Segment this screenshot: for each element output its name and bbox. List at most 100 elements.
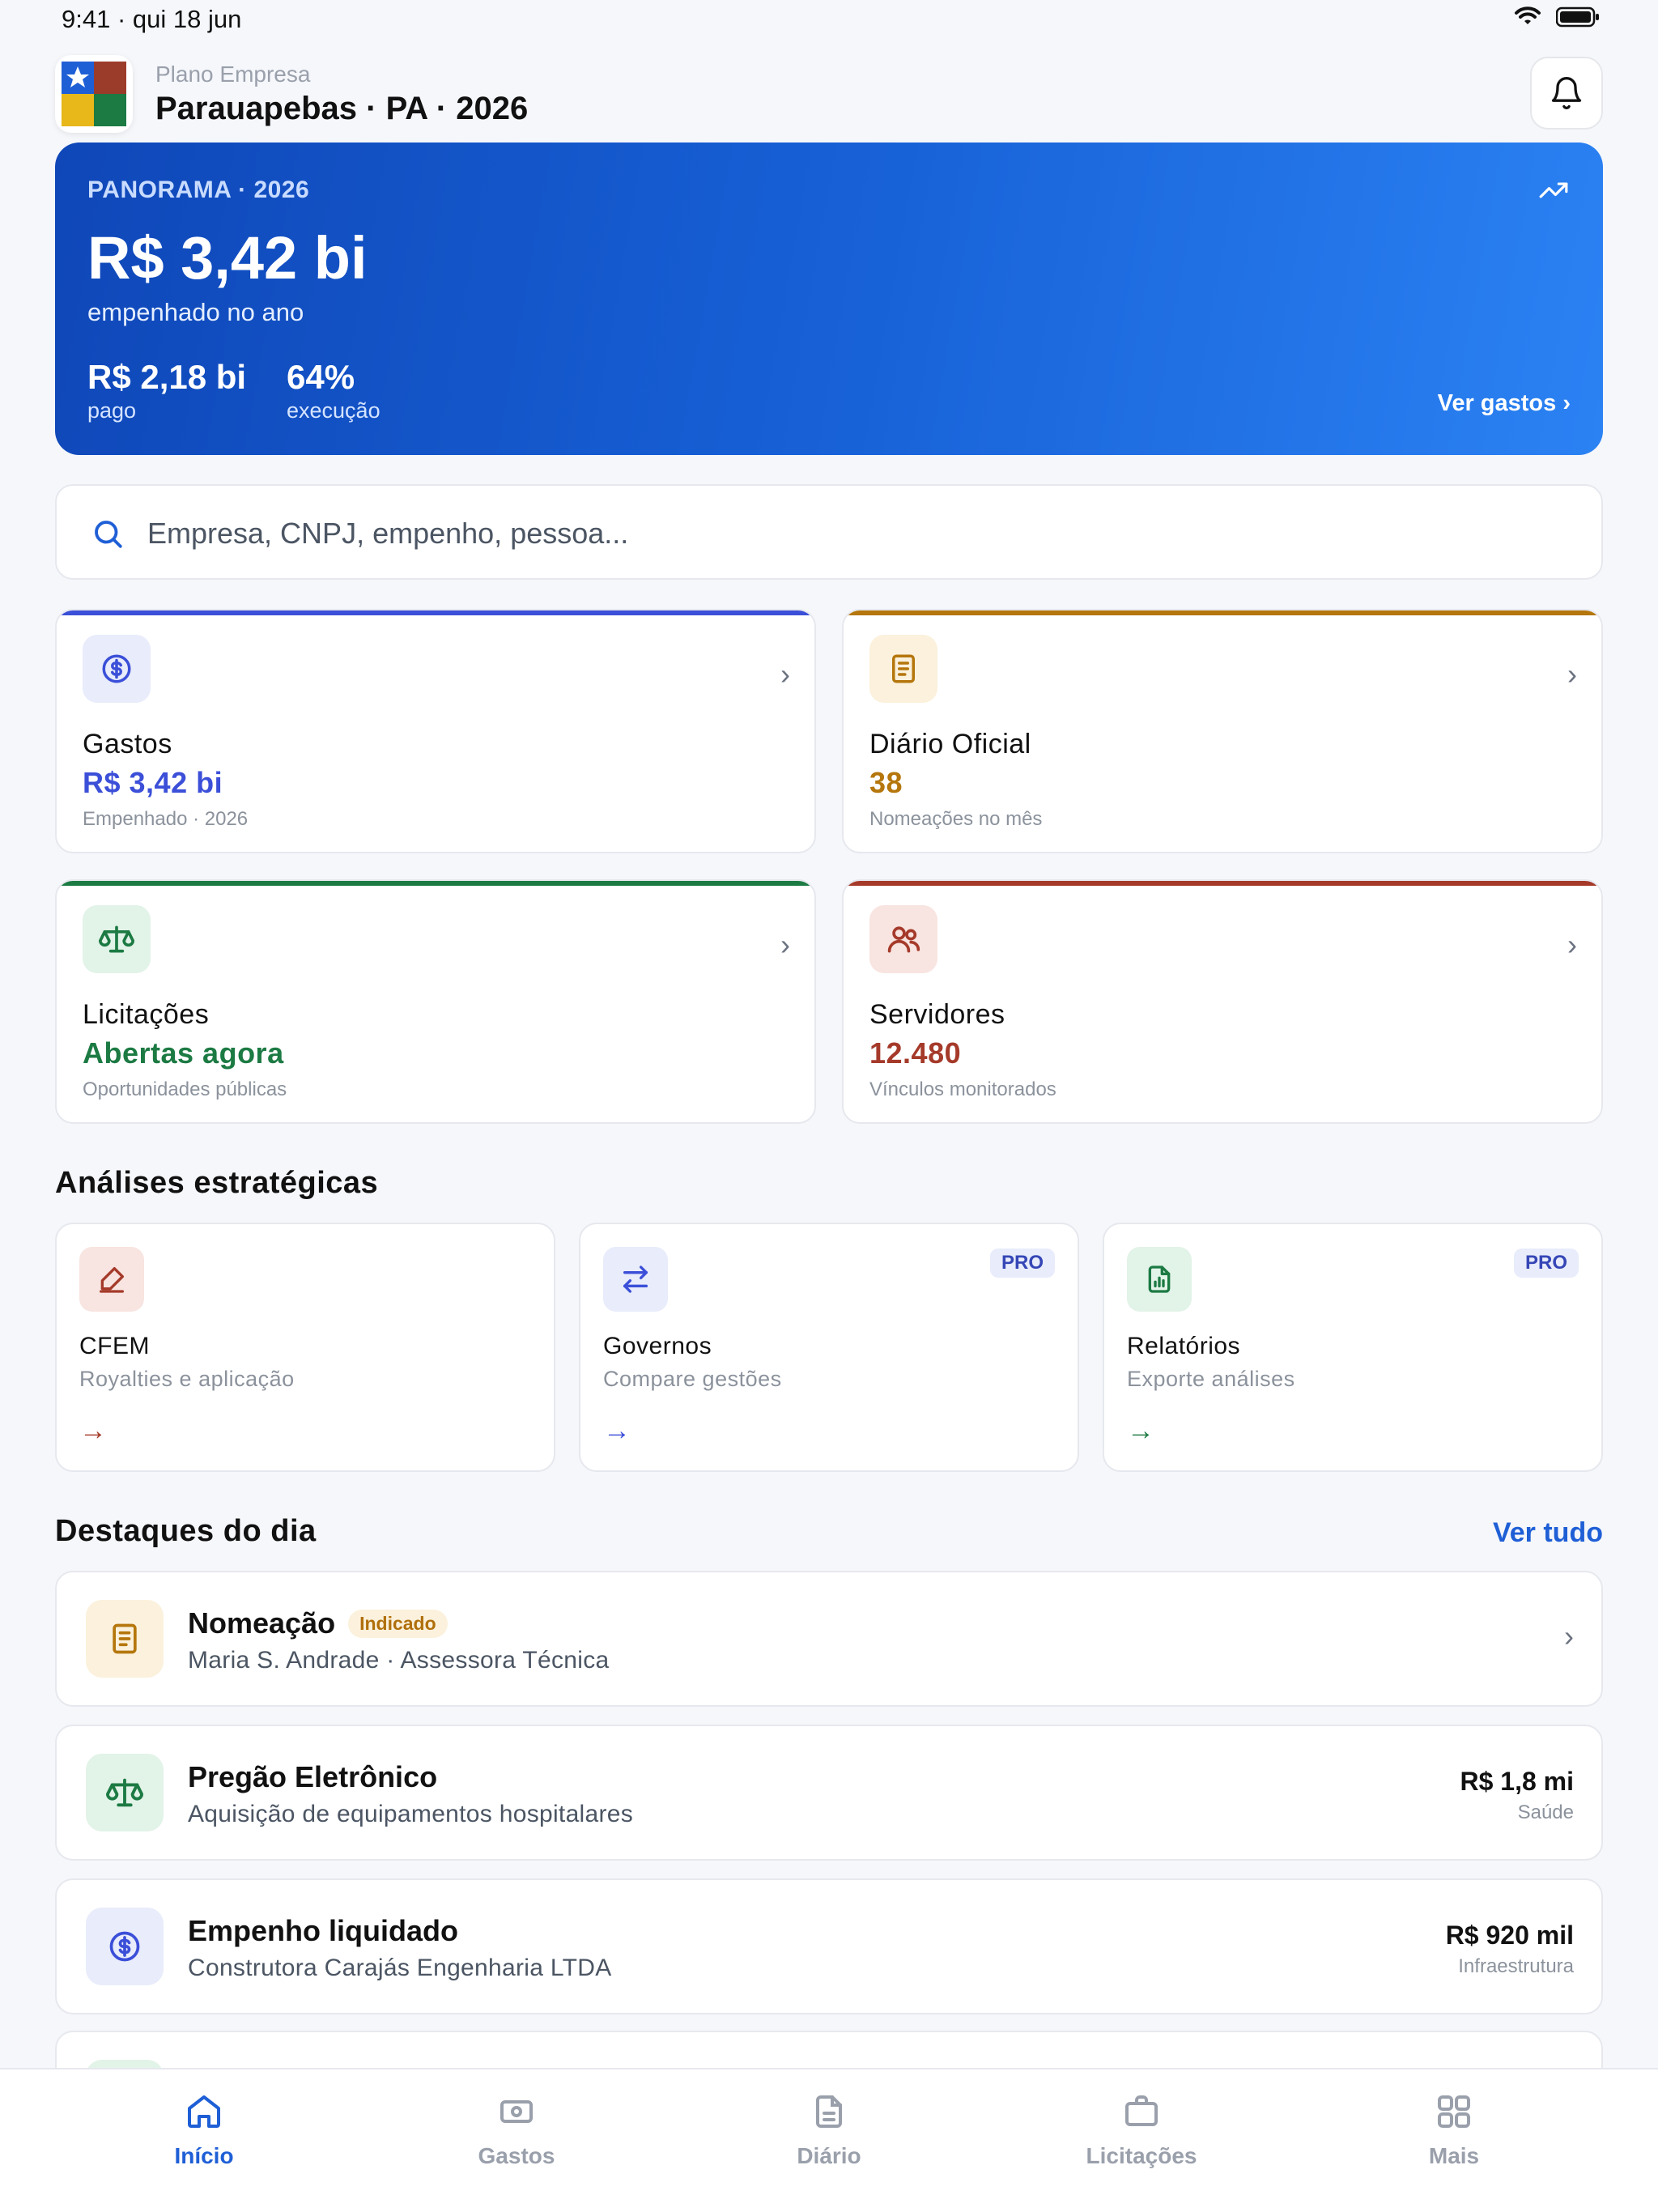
analysis-subtitle: Royalties e aplicação [79, 1367, 295, 1391]
see-all-link[interactable]: Ver tudo [1493, 1517, 1603, 1549]
battery-icon [1556, 6, 1599, 28]
report-icon [1127, 1247, 1192, 1312]
card-gastos[interactable]: › Gastos R$ 3,42 bi Empenhado · 2026 [55, 609, 816, 853]
card-value: 38 [869, 766, 903, 799]
pro-badge: PRO [989, 1249, 1055, 1278]
highlights-section-title: Destaques do dia [55, 1514, 317, 1548]
card-accent-bar [57, 610, 814, 615]
stat-label: execução [287, 398, 380, 423]
tab-label: Gastos [478, 2143, 555, 2168]
highlight-item-empenho[interactable]: Empenho liquidado Construtora Carajás En… [55, 1878, 1603, 2014]
analysis-title: Relatórios [1127, 1333, 1241, 1359]
chevron-right-icon: › [1564, 1619, 1574, 1653]
search-placeholder: Empresa, CNPJ, empenho, pessoa... [147, 517, 629, 550]
analysis-governos[interactable]: PRO Governos Compare gestões → [579, 1223, 1079, 1472]
card-licitacoes[interactable]: › Licitações Abertas agora Oportunidades… [55, 879, 816, 1124]
status-bar: 9:41 · qui 18 jun [0, 0, 1658, 42]
card-diario-oficial[interactable]: › Diário Oficial 38 Nomeações no mês [842, 609, 1603, 853]
card-accent-bar [844, 610, 1601, 615]
analysis-relatorios[interactable]: PRO Relatórios Exporte análises → [1103, 1223, 1603, 1472]
tab-label: Diário [797, 2143, 861, 2168]
panorama-eyebrow: PANORAMA · 2026 [87, 177, 310, 203]
highlight-subtitle: Aquisição de equipamentos hospitalares [188, 1801, 634, 1827]
document-icon [869, 635, 937, 703]
scale-icon [83, 905, 151, 973]
arrow-right-icon: → [1127, 1415, 1154, 1446]
chevron-right-icon: › [1567, 928, 1577, 961]
search-icon [91, 517, 125, 555]
highlight-tag: Infraestrutura [1458, 1955, 1574, 1977]
card-title: Gastos [83, 729, 172, 759]
chevron-right-icon: › [780, 928, 790, 961]
header-subtitle: Plano Empresa [155, 62, 311, 87]
tab-gastos[interactable]: Gastos [436, 2092, 597, 2169]
money-icon [500, 2100, 533, 2123]
stat-execution: 64% execução [287, 358, 380, 423]
stat-value: R$ 2,18 bi [87, 358, 247, 396]
tab-licitacoes[interactable]: Licitações [1061, 2092, 1222, 2169]
grid-icon [1438, 2095, 1470, 2128]
tab-mais[interactable]: Mais [1373, 2092, 1535, 2169]
stat-value: 64% [287, 358, 355, 396]
highlight-title: Nomeação [188, 1606, 336, 1640]
analysis-subtitle: Exporte análises [1127, 1367, 1295, 1391]
see-expenses-link[interactable]: Ver gastos › [1438, 390, 1571, 417]
users-icon [869, 905, 937, 973]
status-icons [1514, 6, 1600, 28]
dollar-circle-icon [83, 635, 151, 703]
arrow-right-icon: → [79, 1415, 107, 1446]
search-field[interactable]: Empresa, CNPJ, empenho, pessoa... [55, 484, 1603, 580]
highlight-amount: R$ 1,8 mi Saúde [1460, 1767, 1574, 1824]
card-value: 12.480 [869, 1036, 962, 1070]
highlight-value: R$ 920 mil [1445, 1921, 1574, 1950]
analysis-cfem[interactable]: CFEM Royalties e aplicação → [55, 1223, 555, 1472]
swap-icon [603, 1247, 668, 1312]
highlight-title: Pregão Eletrônico [188, 1760, 438, 1793]
city-logo [55, 55, 133, 133]
bell-icon [1551, 77, 1582, 109]
trending-up-icon [1538, 175, 1569, 210]
card-accent-bar [844, 881, 1601, 886]
tab-inicio[interactable]: Início [123, 2092, 285, 2169]
highlight-item-pregao[interactable]: Pregão Eletrônico Aquisição de equipamen… [55, 1725, 1603, 1861]
highlight-item-nomeacao[interactable]: Nomeação Indicado Maria S. Andrade · Ass… [55, 1571, 1603, 1707]
panorama-amount: R$ 3,42 bi [87, 224, 368, 291]
analysis-title: CFEM [79, 1333, 150, 1359]
stat-label: pago [87, 398, 137, 423]
arrow-right-icon: → [603, 1415, 631, 1446]
analysis-title: Governos [603, 1333, 712, 1359]
notifications-button[interactable] [1530, 57, 1603, 130]
analysis-subtitle: Compare gestões [603, 1367, 782, 1391]
file-icon [816, 2095, 842, 2128]
tab-bar: Início Gastos Diário Licitações Mais [0, 2068, 1658, 2212]
card-value: R$ 3,42 bi [83, 766, 223, 799]
stat-paid: R$ 2,18 bi pago [87, 358, 246, 423]
scale-icon [86, 1754, 164, 1831]
tab-label: Licitações [1086, 2143, 1197, 2168]
card-caption: Oportunidades públicas [83, 1078, 287, 1100]
highlight-tag: Saúde [1517, 1802, 1574, 1823]
home-icon [188, 2095, 220, 2128]
tab-label: Mais [1428, 2143, 1480, 2168]
card-title: Servidores [869, 999, 1005, 1030]
tab-diario[interactable]: Diário [748, 2092, 910, 2169]
card-caption: Empenhado · 2026 [83, 808, 249, 830]
card-title: Diário Oficial [869, 729, 1031, 759]
highlight-title: Empenho liquidado [188, 1914, 458, 1947]
card-title: Licitações [83, 999, 210, 1030]
highlight-amount: R$ 920 mil Infraestrutura [1446, 1921, 1574, 1978]
status-time: 9:41 · qui 18 jun [62, 5, 242, 33]
wifi-icon [1515, 6, 1541, 24]
chevron-right-icon: › [1567, 657, 1577, 691]
panorama-amount-caption: empenhado no ano [87, 298, 304, 326]
panorama-card[interactable]: PANORAMA · 2026 R$ 3,42 bi empenhado no … [55, 143, 1603, 455]
highlight-value: R$ 1,8 mi [1460, 1767, 1574, 1796]
pro-badge: PRO [1513, 1249, 1579, 1278]
card-servidores[interactable]: › Servidores 12.480 Vínculos monitorados [842, 879, 1603, 1124]
highlight-subtitle: Construtora Carajás Engenharia LTDA [188, 1955, 612, 1981]
header-title: Parauapebas · PA · 2026 [155, 91, 529, 126]
card-caption: Vínculos monitorados [869, 1078, 1056, 1100]
status-badge: Indicado [348, 1609, 448, 1638]
highlight-title-row: Nomeação Indicado [188, 1606, 448, 1640]
dollar-circle-icon [86, 1908, 164, 1985]
